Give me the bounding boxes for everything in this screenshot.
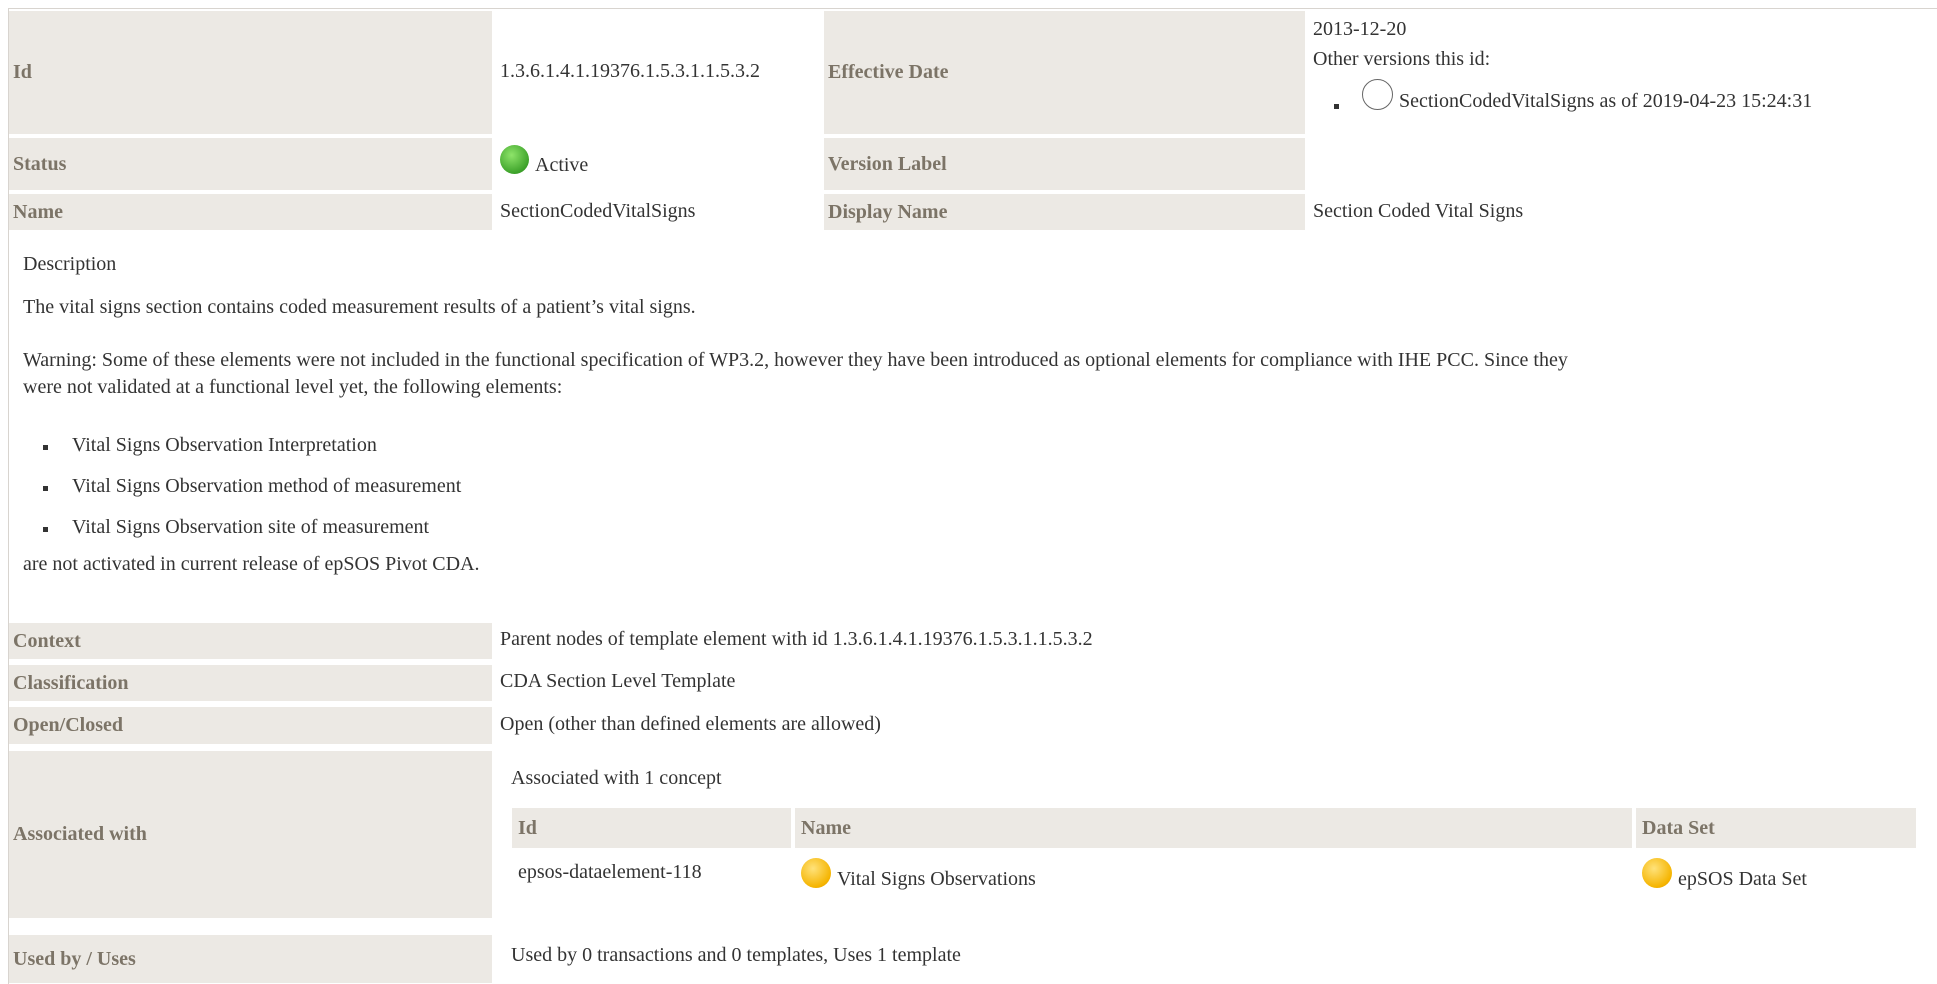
other-versions-label: Other versions this id:: [1313, 48, 1491, 70]
version-label-label: Version Label: [824, 138, 1305, 190]
associated-intro: Associated with 1 concept: [511, 767, 722, 789]
warning-line-1: Warning: Some of these elements were not…: [23, 349, 1568, 371]
status-draft-icon: [801, 858, 831, 888]
list-item: Vital Signs Observation method of measur…: [72, 475, 462, 497]
warning-line-2: were not validated at a functional level…: [23, 376, 563, 398]
assoc-col-dataset: Data Set: [1636, 808, 1916, 848]
bullet-icon: [43, 445, 48, 450]
name-label: Name: [9, 194, 492, 230]
name-value: SectionCodedVitalSigns: [500, 200, 696, 222]
status-value: Active: [500, 145, 588, 177]
list-item: Vital Signs Observation Interpretation: [72, 434, 377, 456]
id-value: 1.3.6.1.4.1.19376.1.5.3.1.1.5.3.2: [500, 60, 760, 82]
assoc-col-id: Id: [512, 808, 791, 848]
assoc-row-name-link[interactable]: Vital Signs Observations: [801, 858, 1036, 891]
classification-value: CDA Section Level Template: [500, 670, 736, 692]
list-item: Vital Signs Observation site of measurem…: [72, 516, 430, 538]
assoc-row-id: epsos-dataelement-118: [518, 861, 702, 883]
description-closing: are not activated in current release of …: [23, 553, 480, 575]
description-heading: Description: [23, 253, 117, 275]
status-draft-icon: [1642, 858, 1672, 888]
context-value: Parent nodes of template element with id…: [500, 628, 1093, 650]
classification-label: Classification: [9, 665, 492, 701]
status-label: Status: [9, 138, 492, 190]
description-text: The vital signs section contains coded m…: [23, 296, 696, 318]
id-label: Id: [9, 11, 492, 134]
assoc-col-name: Name: [795, 808, 1632, 848]
effective-date-value: 2013-12-20: [1313, 18, 1407, 40]
status-empty-icon: [1362, 79, 1393, 110]
used-by-value: Used by 0 transactions and 0 templates, …: [511, 944, 961, 966]
open-closed-label: Open/Closed: [9, 707, 492, 744]
bullet-icon: [43, 527, 48, 532]
assoc-row-dataset-link[interactable]: epSOS Data Set: [1642, 858, 1807, 891]
bullet-icon: [43, 486, 48, 491]
other-version-link[interactable]: SectionCodedVitalSigns as of 2019-04-23 …: [1362, 79, 1812, 113]
associated-label: Associated with: [9, 751, 492, 918]
bullet-icon: [1334, 104, 1339, 109]
context-label: Context: [9, 623, 492, 659]
used-by-label: Used by / Uses: [9, 935, 492, 983]
open-closed-value: Open (other than defined elements are al…: [500, 713, 881, 735]
effective-date-label: Effective Date: [824, 11, 1305, 134]
display-name-label: Display Name: [824, 194, 1305, 230]
status-active-icon: [500, 145, 529, 174]
display-name-value: Section Coded Vital Signs: [1313, 200, 1524, 222]
